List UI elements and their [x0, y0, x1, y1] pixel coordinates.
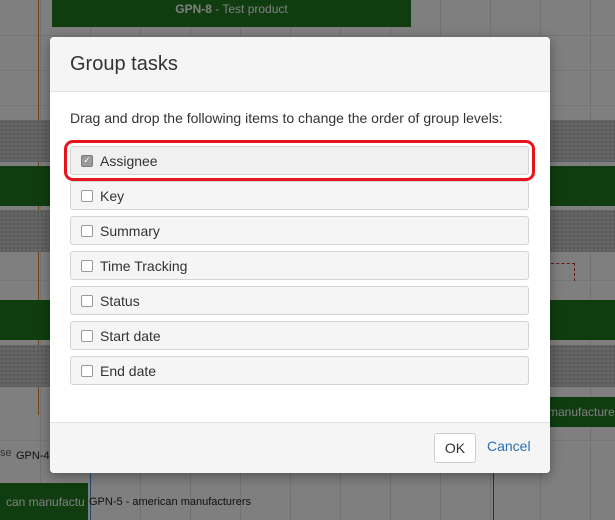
dialog-body: Drag and drop the following items to cha…: [50, 92, 550, 385]
group-item-label: Time Tracking: [100, 257, 188, 274]
checkbox[interactable]: [81, 364, 93, 377]
group-item-time-tracking[interactable]: Time Tracking: [70, 251, 529, 280]
ok-button[interactable]: OK: [434, 433, 476, 463]
group-item-label: Key: [100, 187, 125, 204]
checkbox[interactable]: [81, 259, 93, 272]
checkbox[interactable]: [81, 294, 93, 307]
dialog-footer: OK Cancel: [50, 422, 550, 473]
dialog-description: Drag and drop the following items to cha…: [70, 110, 503, 126]
group-item-summary[interactable]: Summary: [70, 216, 529, 245]
group-item-label: Assignee: [100, 152, 158, 169]
group-level-list: ✓ Assignee Key Summary Time Tracking Sta…: [64, 140, 535, 385]
group-item-label: Summary: [100, 222, 160, 239]
group-item-end-date[interactable]: End date: [70, 356, 529, 385]
dialog-title: Group tasks: [70, 53, 178, 75]
group-item-label: Start date: [100, 327, 161, 344]
group-item-key[interactable]: Key: [70, 181, 529, 210]
checkbox[interactable]: [81, 329, 93, 342]
dialog-header: Group tasks: [50, 37, 550, 92]
cancel-link[interactable]: Cancel: [487, 438, 531, 454]
group-item-label: Status: [100, 292, 140, 309]
group-tasks-dialog: Group tasks Drag and drop the following …: [50, 37, 550, 473]
group-item-label: End date: [100, 362, 157, 379]
checkbox[interactable]: [81, 189, 93, 202]
checkbox[interactable]: [81, 224, 93, 237]
group-item-start-date[interactable]: Start date: [70, 321, 529, 350]
group-item-status[interactable]: Status: [70, 286, 529, 315]
group-item-assignee[interactable]: ✓ Assignee: [64, 140, 535, 181]
checkbox[interactable]: ✓: [81, 154, 93, 167]
